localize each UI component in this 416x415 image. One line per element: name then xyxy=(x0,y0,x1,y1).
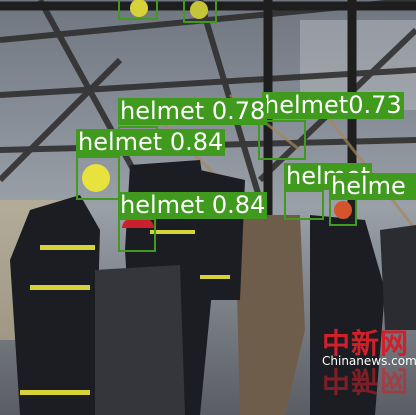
detection-box xyxy=(76,156,120,200)
detection-label: helmet 0.78 xyxy=(118,97,268,125)
label-text: helmet xyxy=(264,91,349,119)
label-text: helmet xyxy=(120,97,205,125)
label-text: helme xyxy=(331,173,406,200)
score-text: 0.84 xyxy=(211,191,266,219)
score-text: 0.78 xyxy=(211,97,266,125)
watermark-reflection: 中新网 xyxy=(322,362,409,402)
detection-box xyxy=(183,0,217,23)
label-text: helmet xyxy=(78,128,163,156)
detection-scene: helmet0.73 helmet 0.78 helmet 0.84 helme… xyxy=(0,0,416,415)
detection-label: helmet0.73 xyxy=(262,92,404,119)
detection-box xyxy=(118,0,158,20)
detection-box xyxy=(118,218,156,252)
detection-box xyxy=(258,120,306,160)
label-text: helmet xyxy=(120,191,205,219)
detection-box xyxy=(284,190,324,220)
watermark-reflection-text: 中新网 xyxy=(322,364,410,397)
detection-label: helmet 0.84 xyxy=(76,128,226,156)
detection-label: helmet 0.84 xyxy=(118,191,268,219)
score-text: 0.73 xyxy=(348,91,402,119)
detection-box xyxy=(329,198,357,226)
detection-label: helme xyxy=(329,173,416,200)
score-text: 0.84 xyxy=(169,128,224,156)
